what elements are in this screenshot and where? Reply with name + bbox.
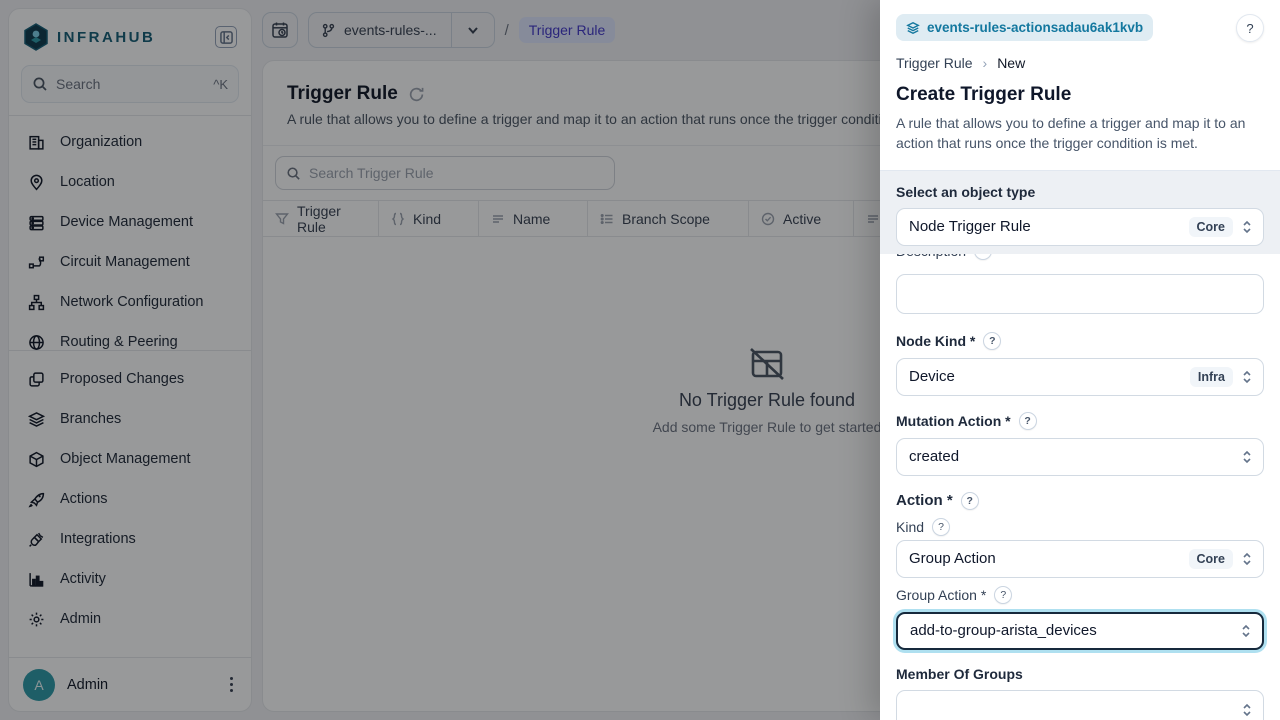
group-action-select[interactable]: add-to-group-arista_devices <box>896 612 1264 650</box>
create-trigger-rule-drawer: events-rules-actionsadau6ak1kvb ? Trigge… <box>880 0 1280 720</box>
chevron-updown-icon <box>1240 624 1252 638</box>
drawer-title: Create Trigger Rule <box>896 84 1264 106</box>
mutation-action-label: Mutation Action * ? <box>896 412 1264 430</box>
infra-badge: Infra <box>1190 367 1233 387</box>
object-type-select[interactable]: Node Trigger Rule Core <box>896 208 1264 246</box>
drawer-breadcrumb: Trigger Rule › New <box>896 55 1264 71</box>
field-label: Group Action * <box>896 587 986 603</box>
help-icon[interactable]: ? <box>974 254 992 260</box>
action-kind-label: Kind ? <box>896 518 1264 536</box>
core-badge: Core <box>1189 217 1233 237</box>
node-kind-select[interactable]: Device Infra <box>896 358 1264 396</box>
chevron-updown-icon <box>1241 552 1253 566</box>
select-value: Group Action <box>909 550 1181 567</box>
drawer-header: events-rules-actionsadau6ak1kvb ? Trigge… <box>880 0 1280 170</box>
clipped-field-label: Description ? <box>896 254 1264 262</box>
mutation-action-select[interactable]: created <box>896 438 1264 476</box>
chevron-right-icon: › <box>983 55 988 71</box>
drawer-form: Description ? Node Kind * ? Device Infra… <box>880 254 1280 720</box>
branch-badge[interactable]: events-rules-actionsadau6ak1kvb <box>896 14 1153 41</box>
object-type-section: Select an object type Node Trigger Rule … <box>880 170 1280 254</box>
help-button[interactable]: ? <box>1236 14 1264 42</box>
action-kind-select[interactable]: Group Action Core <box>896 540 1264 578</box>
branch-badge-label: events-rules-actionsadau6ak1kvb <box>927 20 1143 35</box>
field-label: Description <box>896 254 966 259</box>
chevron-updown-icon <box>1241 450 1253 464</box>
core-badge: Core <box>1189 549 1233 569</box>
chevron-updown-icon <box>1241 370 1253 384</box>
field-label: Kind <box>896 519 924 535</box>
node-kind-label: Node Kind * ? <box>896 332 1264 350</box>
help-icon[interactable]: ? <box>1019 412 1037 430</box>
chevron-updown-icon <box>1241 220 1253 234</box>
help-icon[interactable]: ? <box>961 492 979 510</box>
group-action-label: Group Action * ? <box>896 586 1264 604</box>
select-value: created <box>909 448 1233 465</box>
member-of-groups-label: Member Of Groups <box>896 666 1264 682</box>
drawer-description: A rule that allows you to define a trigg… <box>896 113 1264 154</box>
field-label: Node Kind * <box>896 333 975 349</box>
field-label: Mutation Action * <box>896 413 1011 429</box>
layers-icon <box>906 21 920 35</box>
action-section-label: Action * ? <box>896 492 1264 510</box>
field-label: Member Of Groups <box>896 666 1023 682</box>
breadcrumb-item-current: New <box>997 55 1025 71</box>
help-icon[interactable]: ? <box>983 332 1001 350</box>
description-input[interactable] <box>896 274 1264 314</box>
app-root: INFRAHUB Search ^K Organization Location <box>0 0 1280 720</box>
select-value: Device <box>909 368 1182 385</box>
member-of-groups-select[interactable] <box>896 690 1264 720</box>
help-icon[interactable]: ? <box>932 518 950 536</box>
help-icon[interactable]: ? <box>994 586 1012 604</box>
select-value: add-to-group-arista_devices <box>910 622 1232 639</box>
breadcrumb-item[interactable]: Trigger Rule <box>896 55 973 71</box>
chevron-updown-icon <box>1241 703 1253 717</box>
object-type-label: Select an object type <box>896 184 1264 200</box>
object-type-value: Node Trigger Rule <box>909 218 1181 235</box>
field-label: Action * <box>896 492 953 509</box>
